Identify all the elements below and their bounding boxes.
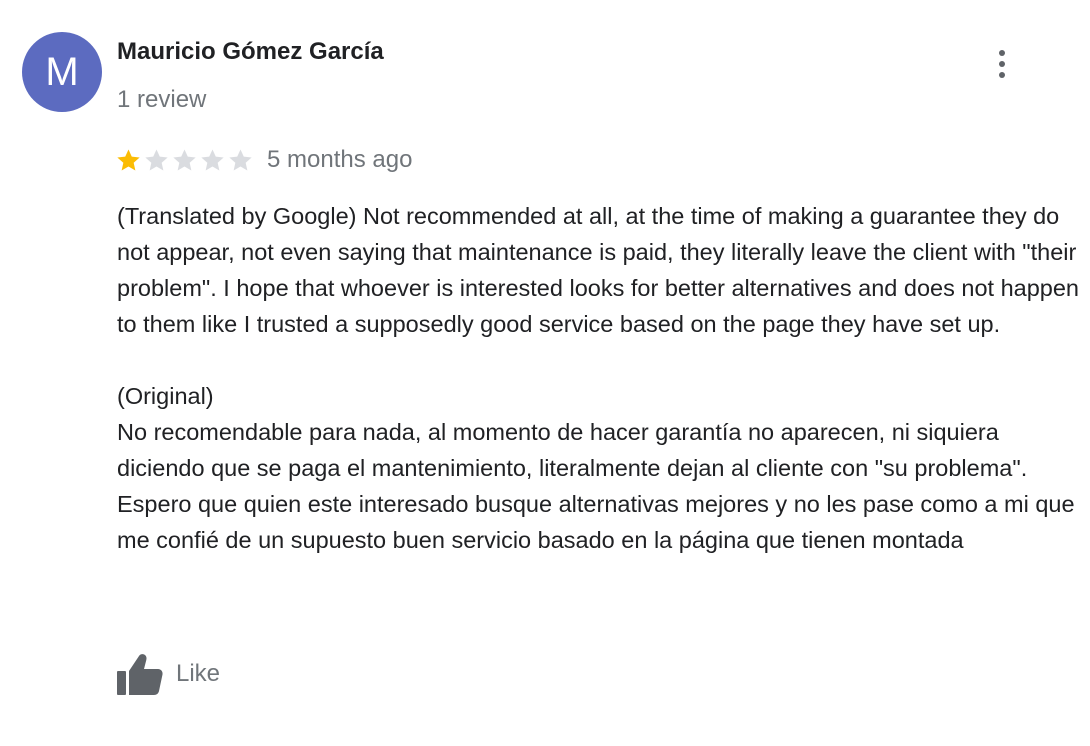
author-name[interactable]: Mauricio Gómez García (117, 38, 384, 66)
review-date: 5 months ago (267, 146, 413, 173)
original-label: (Original) (117, 383, 214, 409)
review-body: (Translated by Google) Not recommended a… (117, 198, 1082, 558)
more-vert-icon (999, 50, 1005, 78)
star-empty-icon (145, 148, 168, 171)
like-label: Like (176, 660, 221, 687)
thumb-up-icon (117, 653, 163, 695)
translated-review-text: (Translated by Google) Not recommended a… (117, 203, 1079, 337)
like-button[interactable]: Like (117, 652, 220, 696)
rating-row: 5 months ago (115, 142, 412, 178)
more-options-button[interactable] (986, 46, 1018, 82)
star-empty-icon (173, 148, 196, 171)
avatar[interactable]: M (22, 32, 102, 112)
original-review-text: No recomendable para nada, al momento de… (117, 419, 1075, 553)
avatar-initial: M (45, 49, 79, 94)
star-rating (115, 147, 254, 174)
review-count[interactable]: 1 review (117, 86, 206, 114)
star-empty-icon (201, 148, 224, 171)
star-empty-icon (229, 148, 252, 171)
star-filled-icon (117, 148, 140, 171)
